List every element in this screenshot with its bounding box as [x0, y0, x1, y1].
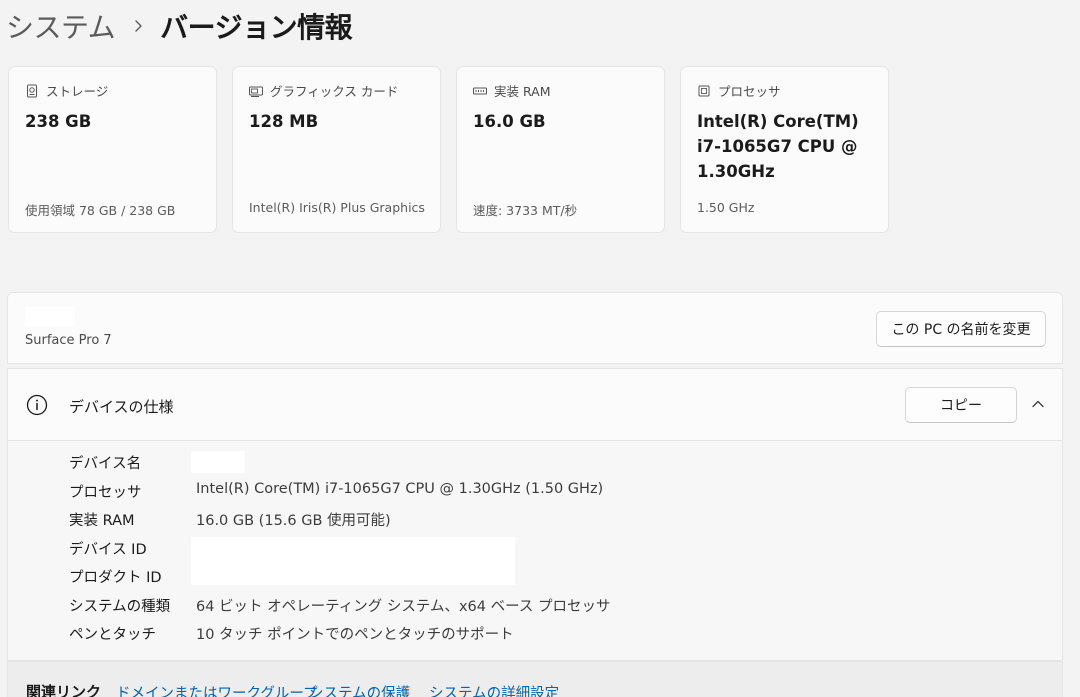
memory-card-value: 16.0 GB	[473, 112, 546, 131]
memory-icon	[473, 84, 487, 98]
advanced-system-settings-link[interactable]: システムの詳細設定	[429, 682, 559, 697]
spec-value: Intel(R) Core(TM) i7-1065G7 CPU @ 1.30GH…	[196, 480, 604, 497]
storage-card: ストレージ 238 GB 使用領域 78 GB / 238 GB	[8, 66, 217, 233]
page-title: バージョン情報	[160, 11, 353, 44]
storage-card-detail: 使用領域 78 GB / 238 GB	[25, 203, 176, 218]
spec-row-processor: プロセッサ Intel(R) Core(TM) i7-1065G7 CPU @ …	[8, 470, 1062, 501]
rename-pc-button[interactable]: この PC の名前を変更	[876, 311, 1046, 347]
processor-icon	[697, 84, 711, 98]
graphics-card-value: 128 MB	[249, 112, 319, 131]
about-settings-page: システム バージョン情報 ストレージ 238 GB 使用領域 78 GB / 2…	[0, 0, 1080, 697]
spec-row-device-name: デバイス名	[8, 441, 1062, 473]
storage-card-title: ストレージ	[46, 84, 109, 99]
redacted-ids	[191, 537, 515, 585]
spec-value: 10 タッチ ポイントでのペンとタッチのサポート	[196, 627, 514, 643]
graphics-card-detail: Intel(R) Iris(R) Plus Graphics	[249, 200, 425, 215]
processor-card-detail: 1.50 GHz	[697, 200, 755, 215]
spec-label: ペンとタッチ	[69, 627, 156, 643]
memory-card-title: 実装 RAM	[494, 84, 551, 99]
processor-card-title: プロセッサ	[718, 84, 781, 99]
device-specifications-title: デバイスの仕様	[69, 398, 174, 416]
memory-card: 実装 RAM 16.0 GB 速度: 3733 MT/秒	[456, 66, 665, 233]
spec-row-product-id: プロダクト ID	[8, 555, 1062, 586]
storage-icon	[25, 84, 39, 98]
chevron-right-icon	[135, 20, 142, 32]
specification-list: デバイス名 プロセッサ Intel(R) Core(TM) i7-1065G7 …	[8, 441, 1062, 643]
graphics-card-title: グラフィックス カード	[270, 84, 399, 99]
info-icon	[26, 394, 48, 416]
spec-row-system-type: システムの種類 64 ビット オペレーティング システム、x64 ベース プロセ…	[8, 584, 1062, 615]
device-specifications-panel: デバイスの仕様 コピー デバイス名 プロセッサ Intel(R) Core(TM…	[7, 368, 1063, 661]
device-model: Surface Pro 7	[25, 333, 112, 348]
processor-card-value: Intel(R) Core(TM) i7-1065G7 CPU @ 1.30GH…	[697, 112, 859, 181]
spec-row-device-id: デバイス ID	[8, 527, 1062, 558]
memory-card-detail: 速度: 3733 MT/秒	[473, 203, 578, 218]
redacted-device-name	[25, 307, 75, 327]
domain-workgroup-link[interactable]: ドメインまたはワークグループ	[116, 682, 318, 697]
related-links-title: 関連リンク	[26, 683, 102, 697]
device-specifications-header[interactable]: デバイスの仕様 コピー	[8, 369, 1062, 441]
copy-button[interactable]: コピー	[905, 387, 1017, 423]
spec-row-pen-and-touch: ペンとタッチ 10 タッチ ポイントでのペンとタッチのサポート	[8, 612, 1062, 643]
spec-row-installed-ram: 実装 RAM 16.0 GB (15.6 GB 使用可能)	[8, 498, 1062, 529]
storage-card-value: 238 GB	[25, 112, 92, 131]
chevron-up-icon[interactable]	[1031, 399, 1045, 409]
breadcrumb-parent-system[interactable]: システム	[6, 6, 116, 46]
breadcrumb: システム バージョン情報	[6, 4, 353, 48]
system-protection-link[interactable]: システムの保護	[309, 682, 410, 697]
graphics-card: グラフィックス カード 128 MB Intel(R) Iris(R) Plus…	[232, 66, 441, 233]
related-links-bar: 関連リンク ドメインまたはワークグループ システムの保護 システムの詳細設定	[7, 661, 1063, 697]
device-name-panel: Surface Pro 7 この PC の名前を変更	[7, 292, 1063, 364]
graphics-card-icon	[249, 84, 263, 98]
processor-card: プロセッサ Intel(R) Core(TM) i7-1065G7 CPU @ …	[680, 66, 889, 233]
